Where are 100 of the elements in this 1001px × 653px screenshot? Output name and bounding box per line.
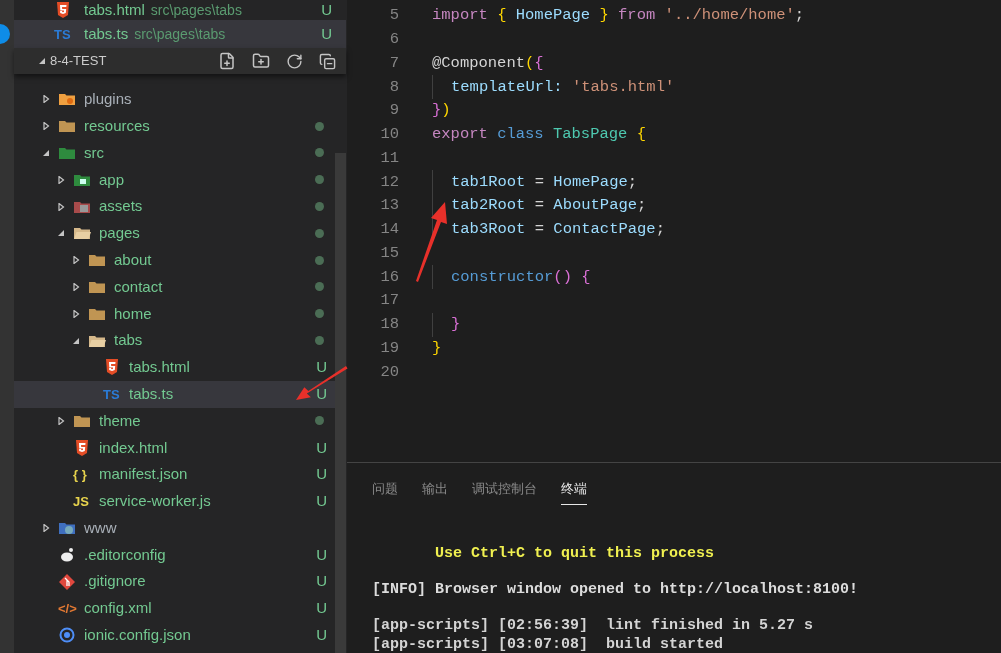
tree-item-label: .editorconfig [84,544,166,565]
file-type-icon: JS [73,494,89,508]
tree-row[interactable]: index.html U [14,434,335,462]
file-type-icon: TS [103,387,120,401]
tree-item-label: theme [99,410,141,431]
tree-row[interactable]: app [14,166,335,194]
tree-item-label: www [84,517,117,538]
open-editor-item[interactable]: tabs.html src\pages\tabs U [14,0,346,20]
tree-row[interactable]: tabs.html U [14,353,335,381]
code-line: } [432,337,442,359]
collapse-all-icon[interactable] [319,52,336,70]
project-title[interactable]: 8-4-TEST [50,51,107,71]
tree-row[interactable]: </> config.xml U [14,595,335,622]
tree-row[interactable]: plugins [14,86,335,113]
tree-row[interactable]: TS tabs.ts U [14,380,335,408]
line-number: 10 [379,124,399,145]
tree-item-label: manifest.json [99,464,188,485]
new-file-icon[interactable] [218,52,236,70]
panel-tab[interactable]: 问题 [372,479,398,505]
folder-icon [58,118,76,135]
git-status-label: U [316,383,327,404]
expanded-caret-icon[interactable] [38,57,46,65]
code-line: constructor() { [451,266,591,288]
folder-icon [58,145,76,161]
line-number: 20 [379,361,399,383]
expanded-caret-icon[interactable] [42,149,50,157]
tree-item-label: app [99,169,125,190]
line-number: 8 [388,76,399,98]
collapsed-caret-icon[interactable] [42,524,50,533]
file-name: tabs.html [84,0,145,20]
tree-item-label: service-worker.js [99,491,211,512]
code-line: }) [432,100,451,122]
line-number: 16 [379,266,399,288]
refresh-icon[interactable] [286,52,303,70]
tree-row[interactable]: home [14,300,335,328]
tree-row[interactable]: src [14,139,335,167]
tree-row[interactable]: .editorconfig U [14,541,335,569]
git-status-label: U [321,0,332,20]
tree-row[interactable]: about [14,246,335,274]
tree-row[interactable]: assets [14,193,335,220]
line-number: 7 [388,52,399,74]
tree-row[interactable]: pages [14,220,335,247]
collapsed-caret-icon[interactable] [42,95,50,104]
terminal-line: [app-scripts] [02:56:39] lint finished in 5.27 s [372,616,815,635]
collapsed-caret-icon[interactable] [72,309,80,318]
tree-item-label: index.html [99,437,168,458]
scrollbar-thumb[interactable] [335,153,346,653]
tree-row[interactable]: ionic.config.json U [14,621,335,649]
code-line: @Component({ [432,52,544,74]
git-status-label: U [316,598,327,619]
tree-row[interactable]: { } manifest.json U [14,461,335,488]
collapsed-caret-icon[interactable] [57,202,65,211]
panel-tab[interactable]: 终端 [561,479,587,505]
tree-row[interactable]: tabs [14,327,335,354]
tree-row[interactable]: JS service-worker.js U [14,487,335,515]
file-path: src\pages\tabs [150,0,242,20]
line-number: 9 [388,100,399,122]
tree-item-label: src [84,142,104,163]
collapsed-caret-icon[interactable] [72,282,80,291]
tree-row[interactable]: .gitignore U [14,568,335,596]
tree-row[interactable]: resources [14,112,335,140]
line-number: 13 [379,195,399,217]
open-editor-item[interactable]: TS tabs.ts src\pages\tabs U [14,20,346,48]
line-number: 15 [379,242,399,264]
collapsed-caret-icon[interactable] [72,256,80,265]
git-status-label: U [321,23,332,44]
tree-row[interactable]: theme [14,407,335,435]
code-line: import { HomePage } from '../home/home'; [432,5,805,27]
code-line: tab1Root = HomePage; [451,171,638,193]
tree-row[interactable]: www [14,514,335,542]
tree-item-label: .gitignore [84,571,146,592]
html5-icon [73,439,91,456]
collapsed-caret-icon[interactable] [57,175,65,184]
expanded-caret-icon[interactable] [57,229,65,238]
tree-item-label: pages [99,223,140,244]
file-type-icon: </> [58,602,77,616]
tree-item-label: home [114,303,152,324]
file-name: tabs.ts [84,23,129,44]
tree-item-label: resources [84,115,150,136]
collapsed-caret-icon[interactable] [42,122,50,131]
tree-item-label: config.xml [84,598,152,619]
tree-row[interactable]: contact [14,273,335,301]
git-status-label: U [316,464,327,485]
new-folder-icon[interactable] [252,52,270,70]
git-status-label: U [316,357,327,378]
tree-item-label: assets [99,196,143,217]
tree-item-label: ionic.config.json [84,625,191,646]
file-type-icon: { } [73,468,87,482]
git-status-label: U [316,625,327,646]
expanded-caret-icon[interactable] [72,336,80,345]
terminal-line: [INFO] Browser window opened to http://localhost:8100! [372,580,860,599]
tree-item-label: contact [114,276,163,297]
code-line: templateUrl: 'tabs.html' [451,76,675,98]
line-number: 18 [379,314,399,335]
code-line: tab3Root = ContactPage; [451,219,665,240]
collapsed-caret-icon[interactable] [57,416,65,425]
panel-tab[interactable]: 输出 [422,479,448,505]
terminal-line: Use Ctrl+C to quit this process [434,544,716,563]
panel-tab[interactable]: 调试控制台 [472,479,537,505]
folder-icon [58,91,76,108]
